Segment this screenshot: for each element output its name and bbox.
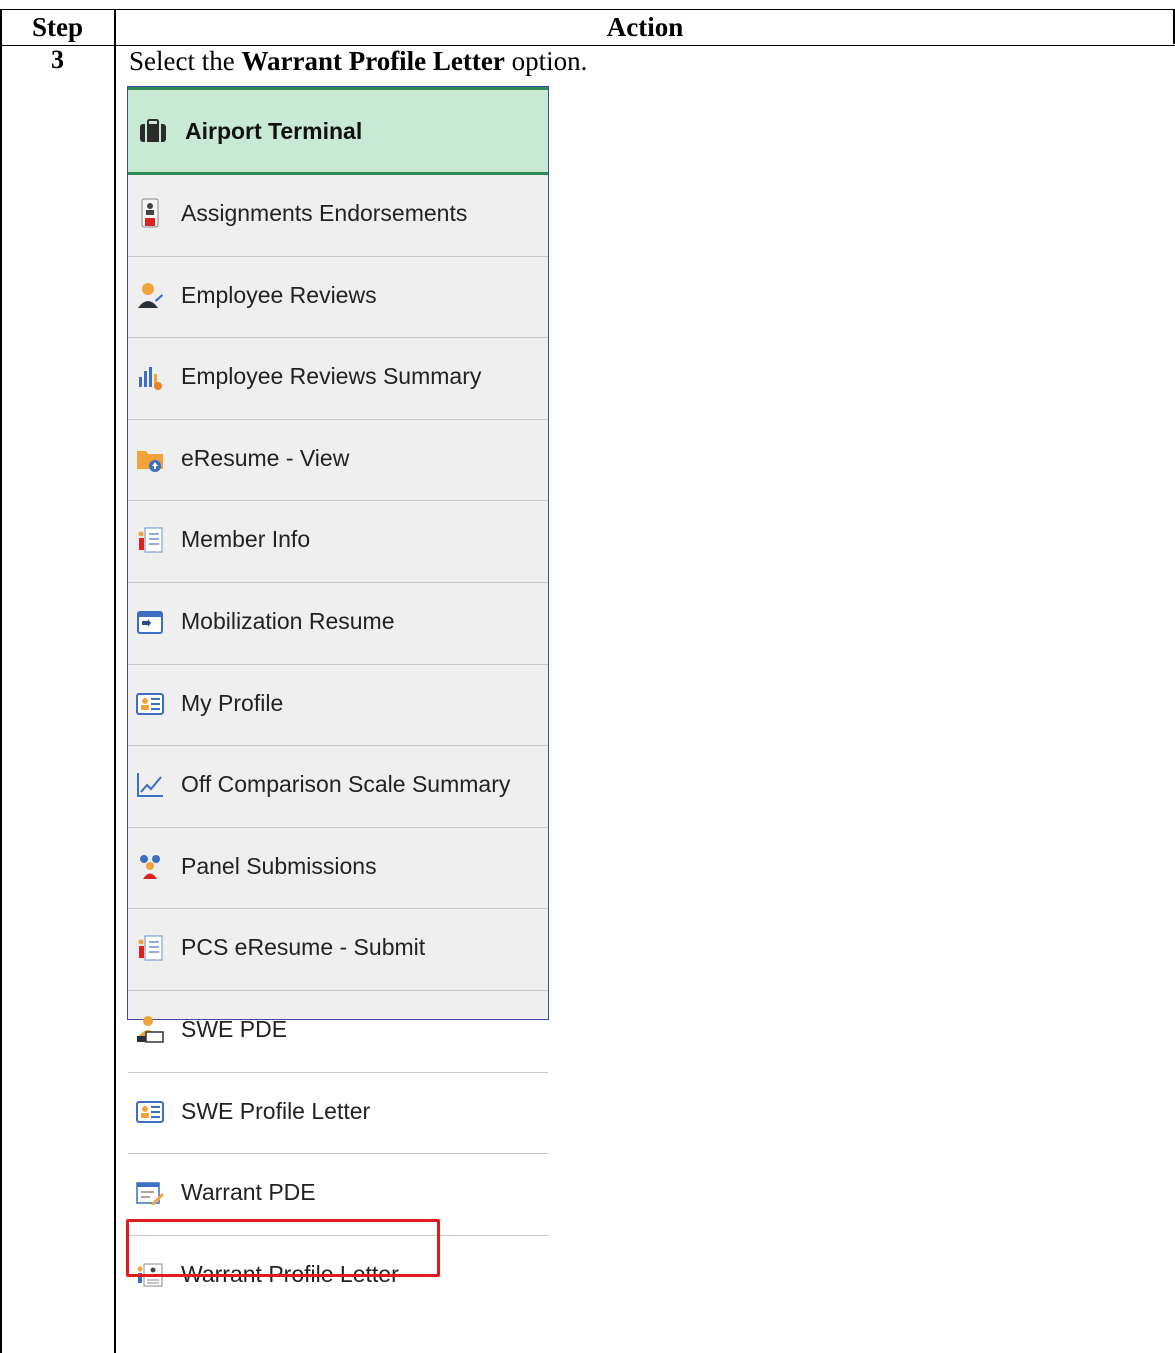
bar-chart-icon [139, 367, 162, 391]
menu-header-title: Airport Terminal [185, 118, 363, 144]
menu-item-assignments-endorsements[interactable]: Assignments Endorsements [128, 175, 548, 257]
menu-item-label: Panel Submissions [181, 852, 377, 879]
menu-item-label: Warrant PDE [181, 1179, 316, 1206]
member-list-icon [138, 935, 163, 961]
menu-item-label: SWE Profile Letter [181, 1097, 371, 1124]
menu-item-label: eResume - View [181, 444, 350, 471]
line-chart-icon [137, 773, 163, 798]
menu-item-my-profile[interactable]: My Profile [128, 665, 548, 747]
menu-item-panel-submissions[interactable]: Panel Submissions [128, 828, 548, 910]
menu-item-eresume-view[interactable]: eResume - View [128, 420, 548, 502]
menu-item-label: PCS eResume - Submit [181, 934, 426, 961]
profile-card-icon [136, 1100, 164, 1123]
form-edit-icon [136, 1182, 164, 1206]
panel-people-icon [140, 854, 160, 879]
menu-item-employee-reviews-summary[interactable]: Employee Reviews Summary [128, 338, 548, 420]
assignment-badge-icon [141, 198, 159, 228]
person-review-icon [138, 282, 163, 308]
menu-item-label: My Profile [181, 689, 284, 716]
instruction-target: Warrant Profile Letter [241, 46, 505, 76]
menu-item-warrant-pde[interactable]: Warrant PDE [128, 1154, 548, 1236]
member-list-icon [138, 527, 163, 553]
profile-letter-icon [137, 1263, 163, 1287]
menu-item-label: Warrant Profile Letter [181, 1260, 399, 1287]
menu-item-label: SWE PDE [181, 1016, 288, 1042]
instruction-prefix: Select the [129, 46, 242, 76]
menu-header[interactable]: Airport Terminal [128, 87, 548, 175]
menu-item-warrant-profile-letter[interactable]: Warrant Profile Letter [128, 1236, 548, 1318]
menu-item-label: Employee Reviews Summary [181, 363, 482, 390]
navigation-menu: Airport Terminal Assignments Endorsement… [127, 86, 549, 1287]
menu-item-pcs-eresume-submit[interactable]: PCS eResume - Submit [128, 909, 548, 991]
table-column-divider [114, 9, 116, 1353]
menu-item-label: Assignments Endorsements [181, 200, 468, 226]
table-left-border [0, 9, 2, 1353]
instruction-suffix: option. [504, 46, 588, 76]
menu-item-swe-pde[interactable]: SWE PDE [128, 991, 548, 1073]
menu-item-label: Employee Reviews [181, 281, 377, 308]
menu-item-swe-profile-letter[interactable]: SWE Profile Letter [128, 1073, 548, 1155]
profile-card-icon [136, 692, 164, 715]
menu-item-label: Mobilization Resume [181, 608, 395, 634]
action-column-header: Action [606, 12, 684, 42]
menu-item-member-info[interactable]: Member Info [128, 501, 548, 583]
person-computer-icon [137, 1016, 164, 1043]
menu-item-employee-reviews[interactable]: Employee Reviews [128, 257, 548, 339]
menu-item-label: Member Info [181, 526, 311, 553]
briefcase-icon [140, 119, 166, 142]
menu-item-label: Off Comparison Scale Summary [181, 771, 511, 798]
calendar-arrows-icon [137, 611, 163, 634]
step-column-header: Step [31, 12, 83, 42]
instruction-text: Select the Warrant Profile Letter option… [129, 44, 587, 78]
step-number: 3 [51, 45, 64, 74]
menu-item-mobilization-resume[interactable]: Mobilization Resume [128, 583, 548, 665]
menu-item-off-comparison-scale-summary[interactable]: Off Comparison Scale Summary [128, 746, 548, 828]
folder-upload-icon [137, 450, 163, 472]
